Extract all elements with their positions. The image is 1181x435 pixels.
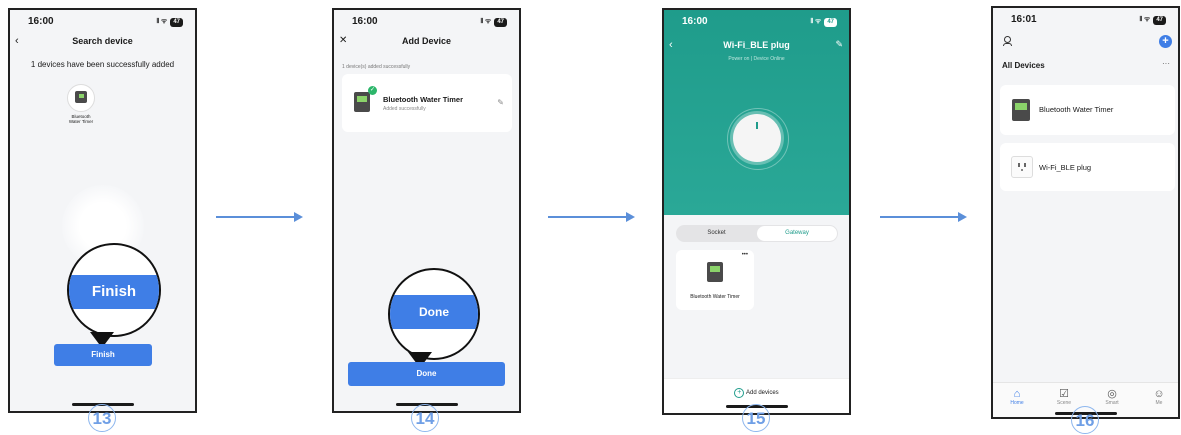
check-icon: ✓	[368, 86, 377, 95]
status-time: 16:00	[352, 16, 378, 27]
battery-icon: 47	[1153, 16, 1166, 25]
add-devices-label: Add devices	[745, 390, 779, 396]
tab-home[interactable]: ⌂ Home	[1002, 388, 1032, 406]
smart-icon: ◎	[1107, 388, 1117, 400]
scene-icon: ☑	[1059, 388, 1069, 400]
user-icon[interactable]	[1003, 36, 1012, 46]
segment-control: Socket Gateway	[676, 225, 838, 242]
status-time: 16:01	[1011, 14, 1037, 25]
more-icon[interactable]: •••	[742, 252, 748, 258]
page-title: Search device	[72, 36, 133, 46]
status-bar: 16:01 𝍪 ᯤ 47	[993, 8, 1178, 32]
arrow-15-16	[880, 212, 967, 222]
more-icon[interactable]: ···	[1162, 59, 1170, 68]
zoom-finish-label: Finish	[69, 275, 159, 309]
section-title: All Devices	[1002, 61, 1045, 70]
edit-icon[interactable]: ✎	[497, 98, 504, 107]
add-circle-icon: +	[734, 388, 745, 398]
device-name: Wi-Fi_BLE plug	[1039, 163, 1092, 172]
device-name: Bluetooth Water Timer	[1039, 105, 1114, 114]
step-number-15: 15	[742, 404, 770, 432]
home-icon: ⌂	[1013, 388, 1021, 400]
arrow-13-14	[216, 212, 303, 222]
page-title: Add Device	[401, 36, 452, 46]
subdevice-name: Bluetooth Water Timer	[690, 294, 740, 300]
zoom-done-label: Done	[390, 295, 478, 329]
gateway-panel: Socket Gateway ••• Bluetooth Water Timer…	[664, 215, 849, 413]
add-icon[interactable]: +	[1159, 35, 1172, 48]
finish-button[interactable]: Finish	[54, 344, 152, 366]
tab-scene[interactable]: ☑ Scene	[1049, 388, 1079, 406]
plug-status: Power on | Device Online	[728, 56, 785, 62]
signal-wifi-icon: 𝍪 ᯤ	[156, 18, 168, 25]
step-number-14: 14	[411, 404, 439, 432]
added-device-card[interactable]: ✓ Bluetooth Water Timer Added successful…	[342, 74, 512, 132]
tab-me[interactable]: ☺ Me	[1144, 388, 1174, 406]
status-bar: 16:00 𝍪 ᯤ 47	[664, 10, 849, 34]
battery-icon: 47	[170, 18, 183, 27]
added-subtitle: 1 device(s) added successfully	[342, 64, 411, 70]
zoom-callout: Finish	[67, 243, 161, 337]
status-bar: 16:00 𝍪 ᯤ 47	[334, 10, 519, 34]
power-button[interactable]	[733, 114, 781, 162]
battery-icon: 47	[494, 18, 507, 27]
screen-search-device: 16:00 𝍪 ᯤ 47 ‹ Search device 1 devices ha…	[8, 8, 197, 413]
screen-plug-panel: 16:00 𝍪 ᯤ 47 ‹ Wi-Fi_BLE plug ✎ Power on …	[662, 8, 851, 415]
screen-add-device: 16:00 𝍪 ᯤ 47 ✕ Add Device 1 device(s) add…	[332, 8, 521, 413]
device-status: Added successfully	[383, 106, 426, 112]
signal-wifi-icon: 𝍪 ᯤ	[810, 18, 822, 25]
status-time: 16:00	[682, 16, 708, 27]
tab-gateway[interactable]: Gateway	[757, 226, 837, 241]
status-bar: 16:00 𝍪 ᯤ 47	[10, 10, 195, 34]
found-device-label: Bluetooth Water Timer	[68, 114, 94, 124]
water-timer-icon	[707, 262, 723, 282]
status-time: 16:00	[28, 16, 54, 27]
plug-icon	[1011, 156, 1033, 178]
device-name: Bluetooth Water Timer	[383, 95, 464, 104]
success-message: 1 devices have been successfully added	[30, 60, 175, 69]
me-icon: ☺	[1153, 388, 1165, 400]
signal-wifi-icon: 𝍪 ᯤ	[480, 18, 492, 25]
water-timer-icon	[1011, 98, 1031, 122]
step-number-16: 16	[1071, 406, 1099, 434]
device-card-plug[interactable]: Wi-Fi_BLE plug	[1000, 143, 1175, 191]
water-timer-icon	[67, 84, 95, 112]
screen-home: 16:01 𝍪 ᯤ 47 + All Devices ··· Bluetooth …	[991, 6, 1180, 419]
plug-title: Wi-Fi_BLE plug	[723, 40, 790, 50]
zoom-callout: Done	[388, 268, 480, 360]
tab-socket[interactable]: Socket	[676, 225, 757, 242]
tab-smart[interactable]: ◎ Smart	[1097, 388, 1127, 406]
step-number-13: 13	[88, 404, 116, 432]
done-button[interactable]: Done	[348, 362, 505, 386]
signal-wifi-icon: 𝍪 ᯤ	[1139, 16, 1151, 23]
water-timer-icon: ✓	[352, 86, 377, 114]
device-card-water-timer[interactable]: Bluetooth Water Timer	[1000, 85, 1175, 135]
found-device[interactable]: Bluetooth Water Timer	[62, 84, 100, 124]
subdevice-card[interactable]: ••• Bluetooth Water Timer	[676, 250, 754, 310]
battery-icon: 47	[824, 18, 837, 27]
arrow-14-15	[548, 212, 635, 222]
power-indicator	[756, 122, 758, 129]
edit-icon[interactable]: ✎	[835, 39, 843, 50]
